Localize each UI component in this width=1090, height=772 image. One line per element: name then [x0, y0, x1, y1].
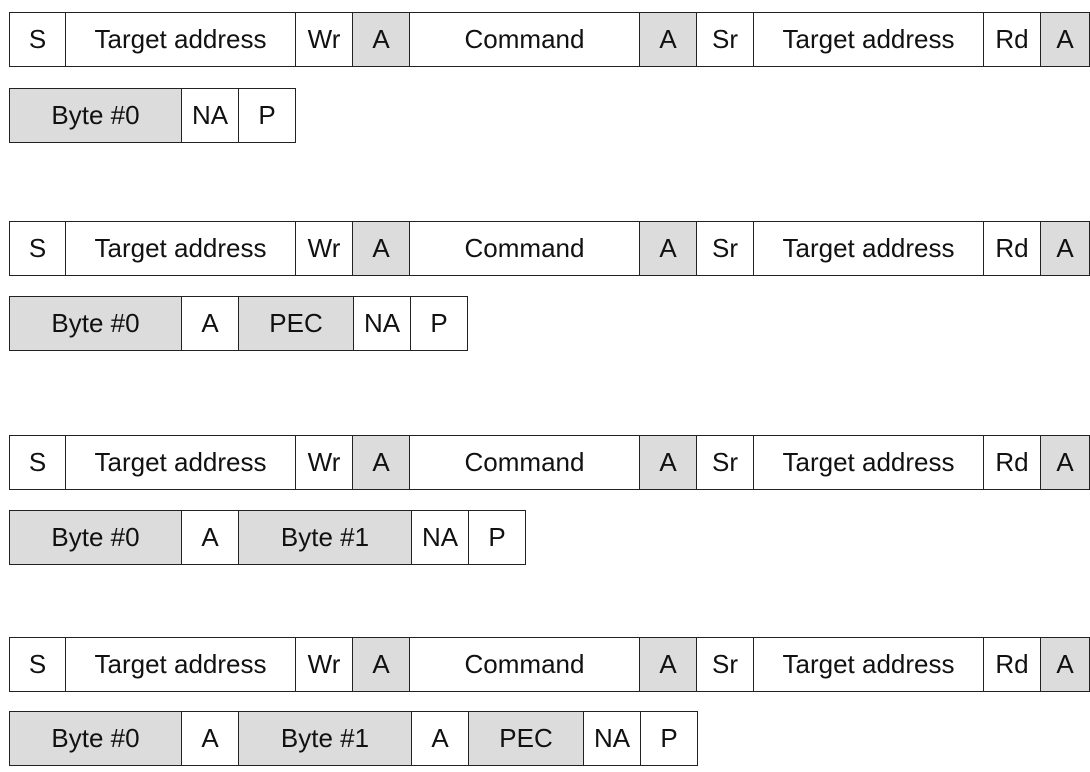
field-command: Command	[409, 435, 640, 490]
field-ack: A	[352, 637, 410, 692]
field-ack: A	[1040, 12, 1090, 67]
field-ack: A	[181, 296, 239, 351]
sequence-1-line-2: Byte #0 NA P	[9, 88, 296, 143]
field-write: Wr	[295, 637, 353, 692]
field-nack: NA	[353, 296, 411, 351]
sequence-3-line-1: S Target address Wr A Command A Sr Targe…	[9, 435, 1090, 490]
field-repeated-start: Sr	[696, 435, 754, 490]
field-byte-1: Byte #1	[238, 510, 412, 565]
field-target-address: Target address	[65, 435, 296, 490]
sequence-2-line-1: S Target address Wr A Command A Sr Targe…	[9, 221, 1090, 276]
sequence-1-line-1: S Target address Wr A Command A Sr Targe…	[9, 12, 1090, 67]
field-ack: A	[639, 435, 697, 490]
field-pec: PEC	[238, 296, 354, 351]
field-byte-0: Byte #0	[9, 510, 182, 565]
sequence-2-line-2: Byte #0 A PEC NA P	[9, 296, 468, 351]
field-byte-0: Byte #0	[9, 296, 182, 351]
field-read: Rd	[983, 435, 1041, 490]
sequence-4-line-2: Byte #0 A Byte #1 A PEC NA P	[9, 711, 698, 766]
field-repeated-start: Sr	[696, 12, 754, 67]
field-pec: PEC	[468, 711, 584, 766]
field-command: Command	[409, 12, 640, 67]
field-write: Wr	[295, 12, 353, 67]
field-command: Command	[409, 637, 640, 692]
field-ack: A	[639, 637, 697, 692]
field-target-address: Target address	[753, 637, 984, 692]
field-write: Wr	[295, 435, 353, 490]
field-stop: P	[410, 296, 468, 351]
sequence-4-line-1: S Target address Wr A Command A Sr Targe…	[9, 637, 1090, 692]
field-ack: A	[639, 12, 697, 67]
field-target-address: Target address	[65, 221, 296, 276]
field-read: Rd	[983, 637, 1041, 692]
field-read: Rd	[983, 12, 1041, 67]
sequence-3-line-2: Byte #0 A Byte #1 NA P	[9, 510, 526, 565]
field-target-address: Target address	[753, 435, 984, 490]
field-stop: P	[238, 88, 296, 143]
field-nack: NA	[181, 88, 239, 143]
field-target-address: Target address	[753, 12, 984, 67]
field-ack: A	[352, 221, 410, 276]
field-start: S	[9, 435, 66, 490]
field-ack: A	[639, 221, 697, 276]
field-read: Rd	[983, 221, 1041, 276]
field-nack: NA	[411, 510, 469, 565]
field-repeated-start: Sr	[696, 637, 754, 692]
field-command: Command	[409, 221, 640, 276]
field-ack: A	[181, 510, 239, 565]
field-ack: A	[1040, 637, 1090, 692]
field-byte-0: Byte #0	[9, 88, 182, 143]
field-start: S	[9, 221, 66, 276]
field-target-address: Target address	[65, 637, 296, 692]
field-ack: A	[181, 711, 239, 766]
field-target-address: Target address	[65, 12, 296, 67]
field-ack: A	[411, 711, 469, 766]
field-byte-1: Byte #1	[238, 711, 412, 766]
field-stop: P	[468, 510, 526, 565]
field-ack: A	[1040, 435, 1090, 490]
field-target-address: Target address	[753, 221, 984, 276]
field-ack: A	[1040, 221, 1090, 276]
field-nack: NA	[583, 711, 641, 766]
field-start: S	[9, 637, 66, 692]
field-repeated-start: Sr	[696, 221, 754, 276]
field-write: Wr	[295, 221, 353, 276]
field-byte-0: Byte #0	[9, 711, 182, 766]
field-start: S	[9, 12, 66, 67]
field-ack: A	[352, 12, 410, 67]
field-stop: P	[640, 711, 698, 766]
field-ack: A	[352, 435, 410, 490]
